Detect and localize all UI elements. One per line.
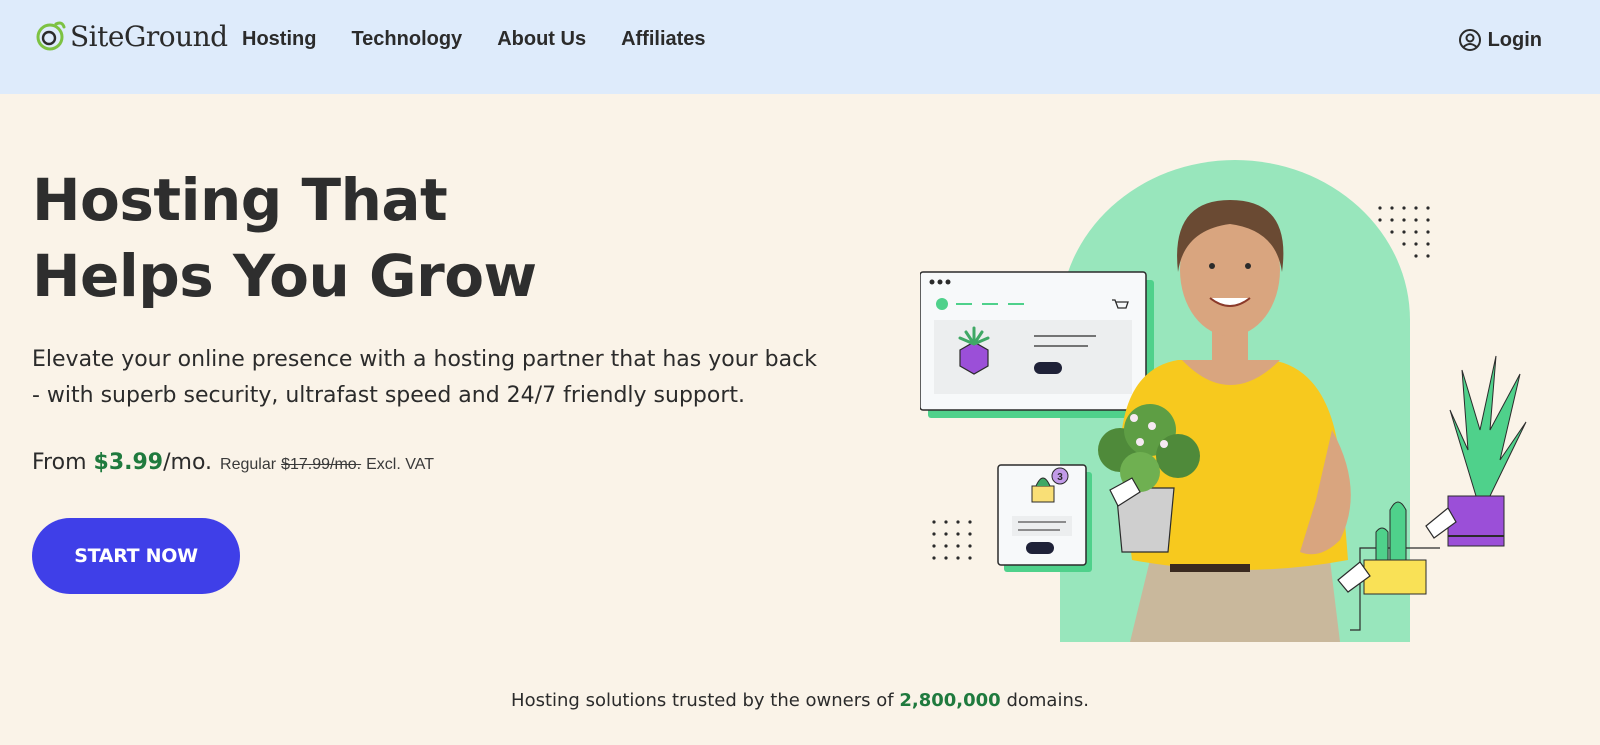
nav-about-us[interactable]: About Us <box>497 28 586 51</box>
hero-illustration-graphic: 3 <box>919 160 1527 642</box>
price-value: $3.99 <box>93 450 164 475</box>
price-regular-label: Regular <box>220 456 277 473</box>
main-nav: Hosting Technology About Us Affiliates <box>242 28 741 51</box>
trust-domain-count: 2,800,000 <box>899 690 1001 711</box>
user-circle-icon <box>1458 29 1481 51</box>
cart-badge-count: 3 <box>1057 472 1063 483</box>
hero-subtitle-line-2: - with superb security, ultrafast speed … <box>32 383 746 408</box>
hero-subtitle: Elevate your online presence with a host… <box>32 342 892 414</box>
hero-title-line-2: Helps You Grow <box>32 242 537 310</box>
price-period: /mo. <box>163 450 213 475</box>
trust-prefix: Hosting solutions trusted by the owners … <box>511 690 894 711</box>
start-now-button[interactable]: START NOW <box>32 518 240 594</box>
hero-subtitle-line-1: Elevate your online presence with a host… <box>32 347 817 372</box>
price-regular-value: $17.99/mo. <box>281 456 362 473</box>
login-link[interactable]: Login <box>1458 28 1542 52</box>
product-card-small: 3 <box>997 464 1092 572</box>
trust-statement: Hosting solutions trusted by the owners … <box>0 690 1600 711</box>
login-label: Login <box>1487 28 1542 51</box>
nav-hosting[interactable]: Hosting <box>242 28 316 51</box>
nav-technology[interactable]: Technology <box>351 28 462 51</box>
logo-swirl-icon <box>36 21 66 51</box>
nav-affiliates[interactable]: Affiliates <box>621 28 705 51</box>
site-header: SiteGround Hosting Technology About Us A… <box>0 0 1600 94</box>
siteground-logo[interactable]: SiteGround <box>36 16 228 56</box>
price-line: From $3.99 /mo. Regular $17.99/mo. Excl.… <box>32 450 434 475</box>
price-from-label: From <box>32 450 87 475</box>
logo-wordmark: SiteGround <box>70 19 228 53</box>
hero-title: Hosting That Helps You Grow <box>32 162 537 314</box>
dot-pattern-bottom <box>932 520 972 560</box>
trust-suffix: domains. <box>1006 690 1089 711</box>
browser-window-card <box>919 271 1154 418</box>
hero-illustration: 3 <box>919 160 1560 660</box>
price-vat-note: Excl. VAT <box>366 456 434 473</box>
hero-title-line-1: Hosting That <box>32 166 448 234</box>
